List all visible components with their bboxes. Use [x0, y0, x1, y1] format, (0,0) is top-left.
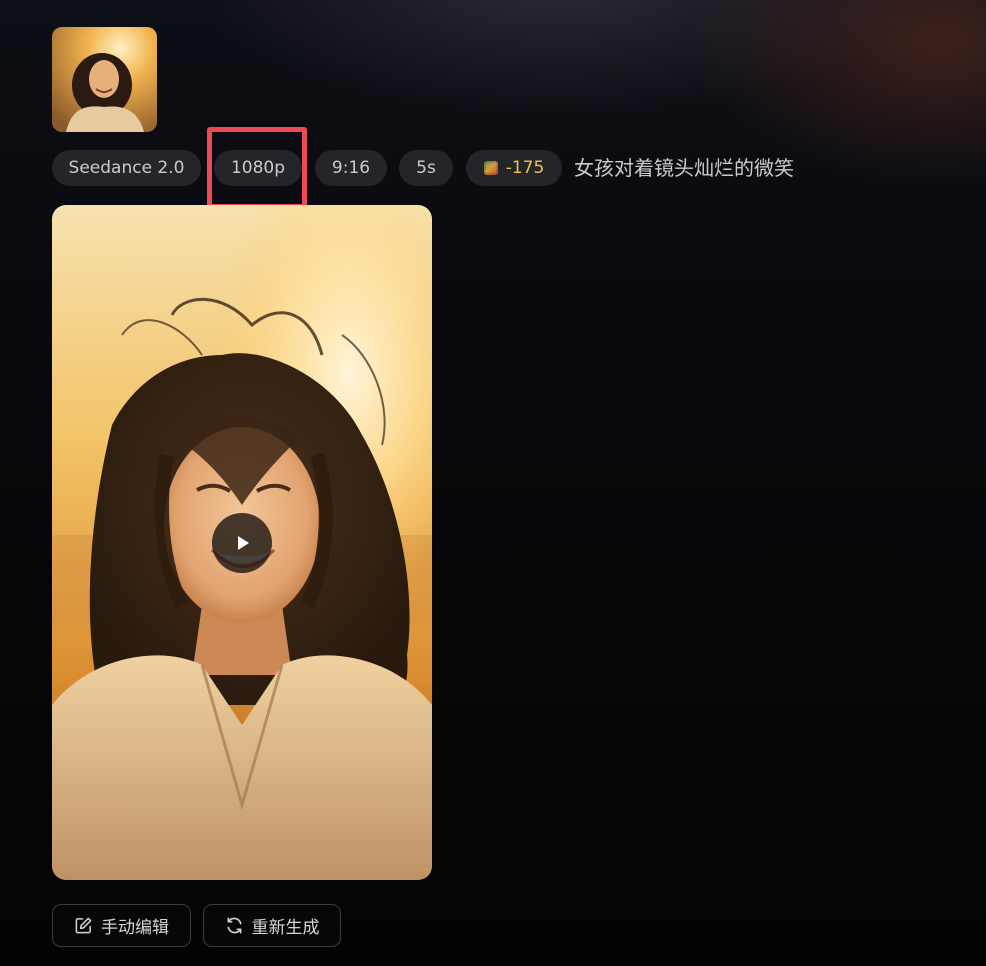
regenerate-label: 重新生成	[251, 918, 320, 938]
play-button[interactable]	[212, 513, 272, 573]
aspect-ratio-chip: 9:16	[315, 150, 387, 186]
regenerate-button[interactable]: 重新生成	[203, 904, 341, 947]
model-chip: Seedance 2.0	[52, 150, 201, 186]
reference-image-thumbnail[interactable]	[52, 27, 157, 132]
prompt-text: 女孩对着镜头灿烂的微笑	[574, 156, 794, 180]
manual-edit-button[interactable]: 手动编辑	[52, 904, 191, 947]
manual-edit-label: 手动编辑	[101, 918, 169, 938]
credit-coin-icon	[483, 161, 498, 175]
cost-chip: -175	[466, 150, 562, 186]
resolution-chip: 1080p	[214, 150, 302, 186]
resolution-label: 1080p	[230, 158, 286, 178]
play-icon	[238, 536, 249, 550]
generation-result-panel: Seedance 2.0 1080p 9:16 5s -175 女孩对着镜头灿烂…	[0, 0, 986, 966]
edit-icon	[75, 917, 92, 934]
portrait-photo-thumbnail	[52, 27, 157, 132]
generated-video[interactable]	[52, 205, 432, 880]
duration-label: 5s	[416, 158, 436, 178]
model-label: Seedance 2.0	[68, 158, 185, 178]
duration-chip: 5s	[399, 150, 453, 186]
refresh-icon	[227, 917, 241, 934]
cost-label: -175	[505, 158, 545, 178]
aspect-ratio-label: 9:16	[331, 158, 371, 178]
